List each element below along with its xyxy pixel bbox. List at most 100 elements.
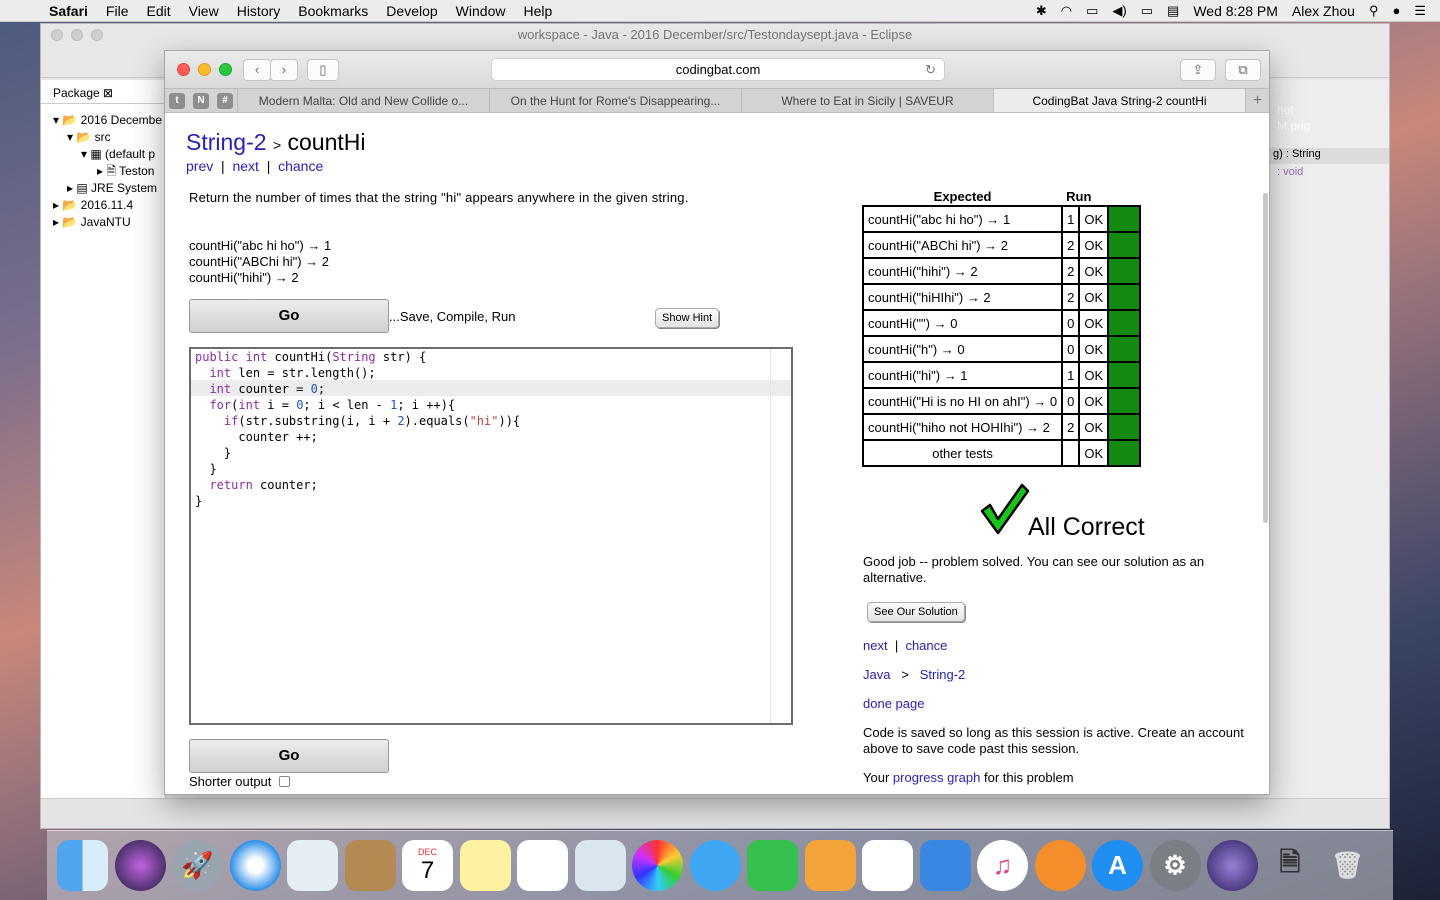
- close-button[interactable]: [177, 63, 190, 76]
- volume-icon[interactable]: ◀): [1112, 3, 1126, 19]
- code-editor[interactable]: public int countHi(String str) { int len…: [189, 347, 793, 725]
- preview-icon[interactable]: [574, 840, 626, 891]
- spotlight-icon[interactable]: ⚲: [1369, 3, 1379, 19]
- eclipse-minimize-button[interactable]: [71, 29, 83, 41]
- messages-icon[interactable]: [689, 840, 741, 891]
- tab-malta[interactable]: Modern Malta: Old and New Collide o...: [237, 89, 489, 112]
- tab-sicily[interactable]: Where to Eat in Sicily | SAVEUR: [741, 89, 993, 112]
- shorter-output-checkbox[interactable]: [279, 776, 291, 787]
- show-hint-button[interactable]: Show Hint: [655, 308, 720, 328]
- code-line[interactable]: int counter = 0;: [195, 381, 520, 397]
- siri-icon[interactable]: [114, 840, 166, 891]
- go-button-bottom[interactable]: Go: [189, 739, 389, 773]
- documents-icon[interactable]: 🗎: [1265, 840, 1316, 891]
- tree-item[interactable]: ▾ ▦ (default p: [53, 146, 165, 163]
- outline-item[interactable]: : void: [1277, 166, 1303, 178]
- string2-link[interactable]: String-2: [920, 667, 966, 682]
- calendar-icon[interactable]: DEC 7: [402, 840, 453, 891]
- menu-clock[interactable]: Wed 8:28 PM: [1193, 3, 1278, 19]
- code-line[interactable]: }: [195, 493, 520, 509]
- zoom-button[interactable]: [219, 63, 232, 76]
- reminders-icon[interactable]: [517, 840, 568, 891]
- package-explorer-tab[interactable]: Package ⊠: [41, 80, 165, 104]
- back-button[interactable]: ‹: [243, 59, 271, 81]
- tree-item[interactable]: ▸ 📂 2016.11.4: [53, 197, 165, 214]
- safari-icon[interactable]: [229, 840, 281, 891]
- menu-history[interactable]: History: [228, 3, 290, 19]
- tree-item[interactable]: ▸ 🗎 Teston: [53, 163, 165, 180]
- code-line[interactable]: return counter;: [195, 477, 520, 493]
- tree-item[interactable]: ▸ ▤ JRE System: [53, 180, 165, 197]
- outline-item[interactable]: g) : String: [1269, 148, 1389, 164]
- itunes-icon[interactable]: ♫: [977, 840, 1028, 891]
- system-preferences-icon[interactable]: ⚙: [1149, 840, 1201, 891]
- menu-user[interactable]: Alex Zhou: [1292, 3, 1355, 19]
- code-line[interactable]: counter ++;: [195, 429, 520, 445]
- tab-codingbat[interactable]: CodingBat Java String-2 countHi: [993, 89, 1245, 112]
- eclipse-icon[interactable]: [1207, 840, 1258, 891]
- tree-item[interactable]: ▾ 📂 src: [53, 129, 165, 146]
- facetime-icon[interactable]: [747, 840, 798, 891]
- go-button[interactable]: Go: [189, 299, 389, 333]
- numbers-icon[interactable]: [862, 840, 913, 891]
- code-line[interactable]: int len = str.length();: [195, 365, 520, 381]
- menu-help[interactable]: Help: [514, 3, 561, 19]
- notification-center-icon[interactable]: ☰: [1414, 3, 1426, 19]
- java-link[interactable]: Java: [863, 667, 890, 682]
- airplay-icon[interactable]: ▭: [1086, 3, 1098, 19]
- eclipse-close-button[interactable]: [51, 29, 63, 41]
- bottom-chance-link[interactable]: chance: [905, 638, 947, 653]
- code-text[interactable]: public int countHi(String str) { int len…: [195, 349, 520, 509]
- bottom-next-link[interactable]: next: [863, 638, 888, 653]
- tree-item[interactable]: ▸ 📂 JavaNTU: [53, 214, 165, 231]
- progress-graph-link[interactable]: progress graph: [893, 770, 980, 785]
- minimize-button[interactable]: [198, 63, 211, 76]
- mail-icon[interactable]: [287, 840, 338, 891]
- see-solution-button[interactable]: See Our Solution: [867, 602, 965, 622]
- photos-icon[interactable]: [632, 840, 683, 891]
- code-line[interactable]: }: [195, 461, 520, 477]
- code-line[interactable]: public int countHi(String str) {: [195, 349, 520, 365]
- menu-edit[interactable]: Edit: [137, 3, 179, 19]
- address-bar[interactable]: codingbat.com ↻: [491, 58, 945, 81]
- launchpad-icon[interactable]: 🚀: [172, 840, 223, 891]
- new-tab-button[interactable]: +: [1245, 89, 1269, 112]
- eclipse-zoom-button[interactable]: [91, 29, 103, 41]
- code-line[interactable]: for(int i = 0; i < len - 1; i ++){: [195, 397, 520, 413]
- notes-icon[interactable]: [459, 840, 511, 891]
- flag-icon[interactable]: ▤: [1167, 3, 1179, 19]
- done-page-link[interactable]: done page: [863, 696, 924, 711]
- finder-icon[interactable]: [57, 840, 108, 891]
- pinned-tab[interactable]: N: [189, 89, 213, 112]
- chance-link[interactable]: chance: [278, 158, 323, 174]
- code-line[interactable]: }: [195, 445, 520, 461]
- tabs-overview-button[interactable]: ⧉: [1225, 59, 1261, 81]
- share-button[interactable]: ⇪: [1180, 59, 1216, 81]
- forward-button[interactable]: ›: [270, 59, 298, 81]
- bluetooth-icon[interactable]: ✱: [1036, 3, 1047, 19]
- menu-bookmarks[interactable]: Bookmarks: [289, 3, 377, 19]
- reload-icon[interactable]: ↻: [925, 59, 936, 81]
- keynote-icon[interactable]: [919, 840, 971, 891]
- page-scrollbar[interactable]: [1263, 193, 1268, 523]
- sidebar-button[interactable]: ▯: [307, 59, 339, 81]
- app-store-icon[interactable]: A: [1092, 840, 1143, 891]
- menu-window[interactable]: Window: [447, 3, 515, 19]
- prev-link[interactable]: prev: [186, 158, 213, 174]
- pages-icon[interactable]: [804, 840, 856, 891]
- tab-rome[interactable]: On the Hunt for Rome's Disappearing...: [489, 89, 741, 112]
- menu-app-safari[interactable]: Safari: [40, 3, 97, 19]
- battery-icon[interactable]: ▭: [1141, 3, 1153, 19]
- trash-icon[interactable]: 🗑: [1322, 840, 1373, 891]
- tree-item[interactable]: ▾ 📂 2016 Decembe: [53, 112, 165, 129]
- menu-develop[interactable]: Develop: [377, 3, 446, 19]
- pinned-tab[interactable]: #: [213, 89, 237, 112]
- siri-menu-icon[interactable]: ●: [1392, 3, 1400, 18]
- crumb-section-link[interactable]: String-2: [186, 129, 267, 155]
- menu-view[interactable]: View: [180, 3, 228, 19]
- pinned-tab[interactable]: t: [165, 89, 189, 112]
- next-link[interactable]: next: [232, 158, 258, 174]
- wifi-icon[interactable]: ◠: [1061, 3, 1072, 19]
- menu-file[interactable]: File: [97, 3, 138, 19]
- contacts-icon[interactable]: [344, 840, 396, 891]
